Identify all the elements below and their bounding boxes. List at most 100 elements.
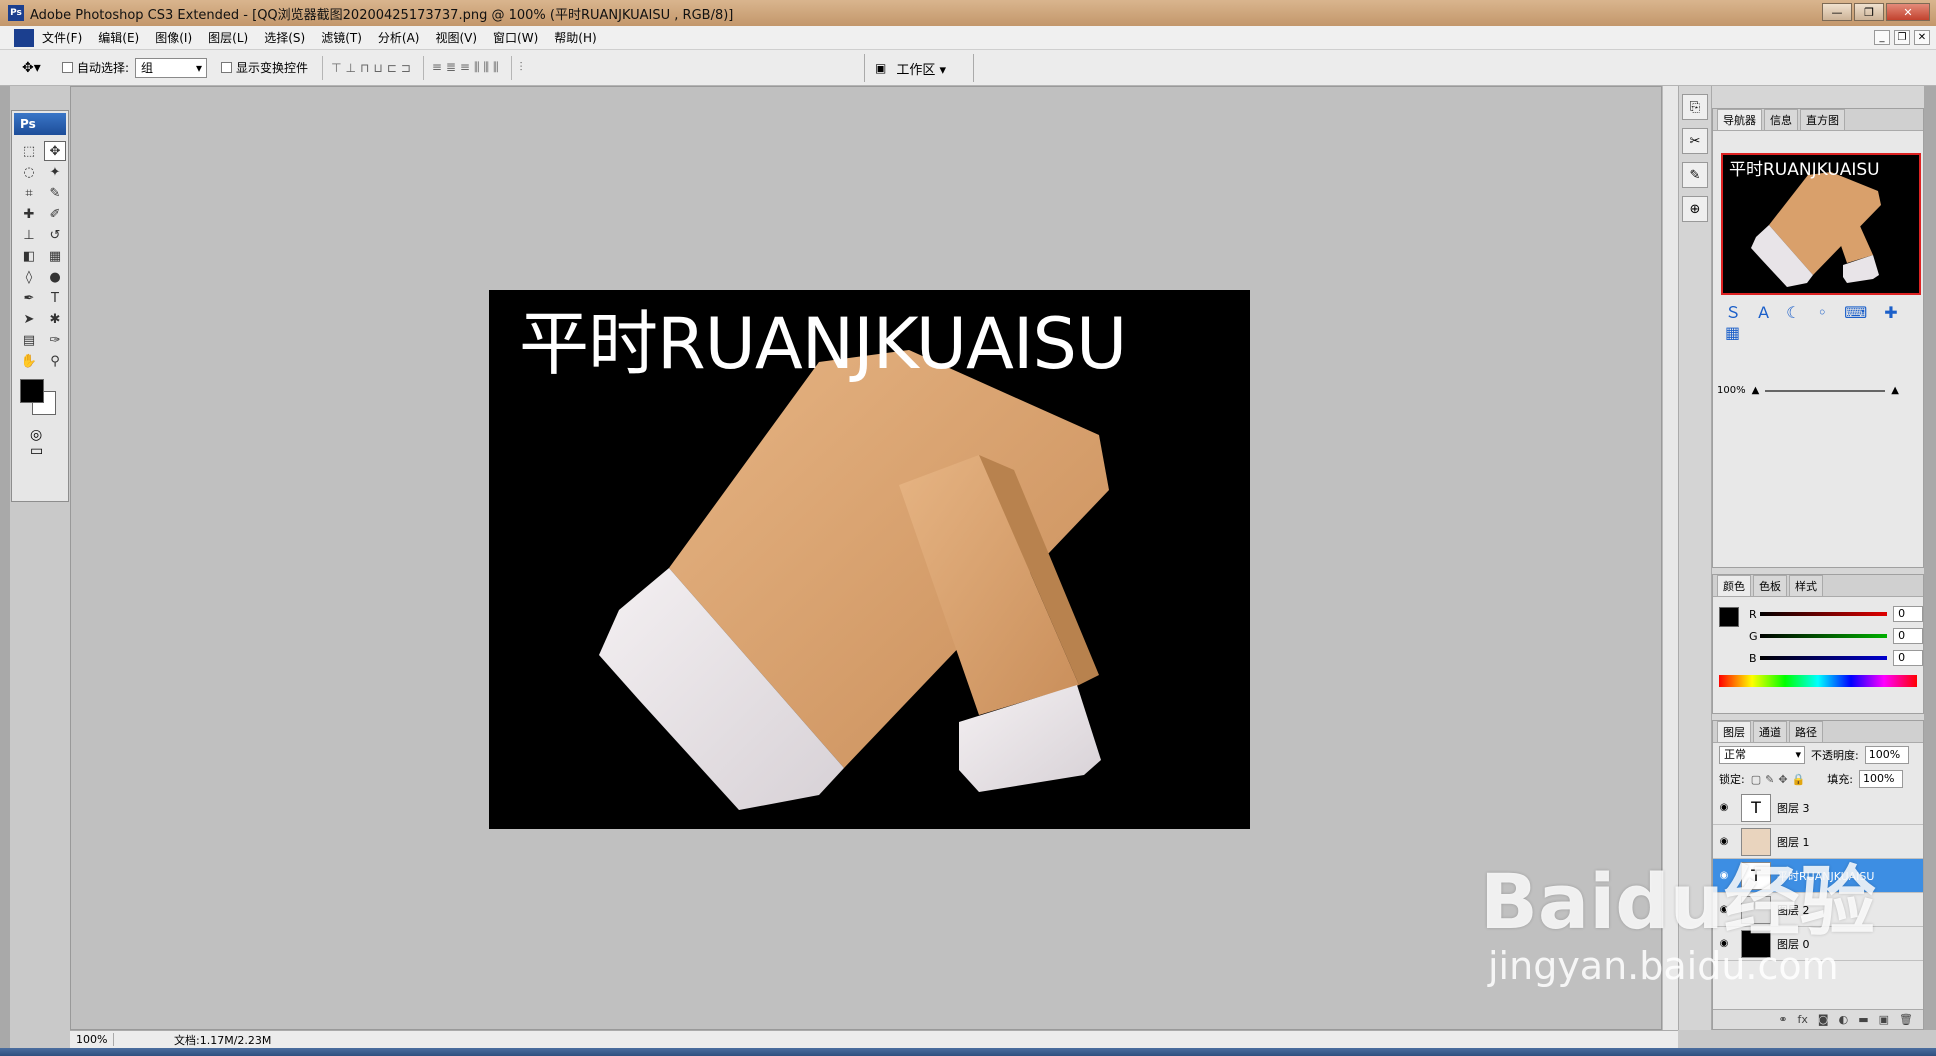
hand-tool-icon[interactable]: ✋ bbox=[18, 351, 40, 371]
gradient-tool-icon[interactable]: ▦ bbox=[44, 246, 66, 266]
slice-tool-icon[interactable]: ✎ bbox=[44, 183, 66, 203]
move-tool-preset-icon[interactable]: ✥▾ bbox=[22, 60, 62, 76]
document-canvas[interactable]: 平时RUANJKUAISU bbox=[489, 290, 1250, 829]
vertical-scrollbar[interactable] bbox=[1662, 86, 1678, 1030]
dodge-tool-icon[interactable]: ● bbox=[44, 267, 66, 287]
tab-info[interactable]: 信息 bbox=[1764, 109, 1798, 130]
opacity-input[interactable]: 100% bbox=[1864, 746, 1909, 764]
magic-wand-icon[interactable]: ✦ bbox=[44, 162, 66, 182]
ime-toolbar-icon[interactable]: Ｓ A ☾ ◦ ⌨ ✚ ▦ bbox=[1725, 299, 1923, 342]
menu-help[interactable]: 帮助(H) bbox=[554, 29, 596, 46]
tab-styles[interactable]: 样式 bbox=[1789, 575, 1823, 596]
brushes-panel-icon[interactable]: ✎ bbox=[1682, 162, 1708, 188]
channel-slider-b[interactable] bbox=[1760, 656, 1888, 660]
tab-swatches[interactable]: 色板 bbox=[1753, 575, 1787, 596]
visibility-eye-icon[interactable]: ◉ bbox=[1713, 904, 1735, 915]
crop-tool-icon[interactable]: ⌗ bbox=[18, 183, 40, 203]
show-transform-checkbox[interactable] bbox=[221, 62, 233, 73]
history-panel-icon[interactable]: ⎘ bbox=[1682, 94, 1708, 120]
channel-value-b[interactable]: 0 bbox=[1893, 650, 1923, 666]
navigator-zoom-value[interactable]: 100% bbox=[1717, 385, 1746, 396]
align-buttons-icon[interactable]: ⊤⊥⊓⊔⊏⊐ bbox=[331, 61, 415, 75]
shape-tool-icon[interactable]: ✱ bbox=[44, 309, 66, 329]
navigator-zoom-slider[interactable] bbox=[1765, 389, 1886, 392]
clone-stamp-icon[interactable]: ⊥ bbox=[18, 225, 40, 245]
history-brush-icon[interactable]: ↺ bbox=[44, 225, 66, 245]
visibility-eye-icon[interactable]: ◉ bbox=[1713, 836, 1735, 847]
menu-analysis[interactable]: 分析(A) bbox=[378, 29, 420, 46]
canvas-area[interactable]: 平时RUANJKUAISU bbox=[70, 86, 1662, 1030]
maximize-button[interactable]: ❐ bbox=[1854, 3, 1884, 21]
menu-filter[interactable]: 滤镜(T) bbox=[321, 29, 362, 46]
tab-paths[interactable]: 路径 bbox=[1789, 721, 1823, 742]
channel-slider-g[interactable] bbox=[1760, 634, 1888, 638]
actions-panel-icon[interactable]: ✂ bbox=[1682, 128, 1708, 154]
workspace-button[interactable]: 工作区 ▾ bbox=[896, 59, 946, 78]
blur-tool-icon[interactable]: ◊ bbox=[18, 267, 40, 287]
type-tool-icon[interactable]: T bbox=[44, 288, 66, 308]
status-doc-info[interactable]: 文档:1.17M/2.23M bbox=[174, 1032, 271, 1048]
eyedropper-icon[interactable]: ✑ bbox=[44, 330, 66, 350]
tab-channels[interactable]: 通道 bbox=[1753, 721, 1787, 742]
doc-restore-button[interactable]: ❐ bbox=[1894, 30, 1910, 45]
marquee-tool-icon[interactable]: ⬚ bbox=[18, 141, 40, 161]
layer-mask-icon[interactable]: ◙ bbox=[1818, 1013, 1829, 1026]
doc-close-button[interactable]: ✕ bbox=[1914, 30, 1930, 45]
visibility-eye-icon[interactable]: ◉ bbox=[1713, 802, 1735, 813]
move-tool-icon[interactable]: ✥ bbox=[44, 141, 66, 161]
color-panel-fg-swatch[interactable] bbox=[1719, 607, 1739, 627]
menu-image[interactable]: 图像(I) bbox=[155, 29, 192, 46]
fill-input[interactable]: 100% bbox=[1858, 770, 1903, 788]
zoom-in-icon[interactable]: ▲ bbox=[1891, 385, 1899, 396]
quick-mask-icon[interactable]: ◎ bbox=[30, 427, 68, 443]
new-group-icon[interactable]: ▬ bbox=[1858, 1013, 1868, 1026]
menu-view[interactable]: 视图(V) bbox=[435, 29, 477, 46]
brush-tool-icon[interactable]: ✐ bbox=[44, 204, 66, 224]
menu-edit[interactable]: 编辑(E) bbox=[98, 29, 139, 46]
distribute-buttons-icon[interactable]: ≡≣≡⫼⫼⫼ bbox=[432, 60, 503, 75]
doc-minimize-button[interactable]: _ bbox=[1874, 30, 1890, 45]
link-layers-icon[interactable]: ⚭ bbox=[1778, 1013, 1787, 1026]
menu-file[interactable]: 文件(F) bbox=[42, 29, 82, 46]
screen-mode-icon[interactable]: ▭ bbox=[30, 443, 68, 459]
menu-layer[interactable]: 图层(L) bbox=[208, 29, 248, 46]
foreground-color-swatch[interactable] bbox=[20, 379, 44, 403]
delete-layer-icon[interactable]: 🗑 bbox=[1899, 1013, 1913, 1026]
channel-value-r[interactable]: 0 bbox=[1893, 606, 1923, 622]
tab-histogram[interactable]: 直方图 bbox=[1800, 109, 1845, 130]
eraser-tool-icon[interactable]: ◧ bbox=[18, 246, 40, 266]
auto-select-checkbox[interactable] bbox=[62, 62, 73, 73]
status-zoom[interactable]: 100% bbox=[70, 1033, 114, 1046]
auto-align-icon[interactable]: ⫶ bbox=[520, 60, 527, 75]
zoom-out-icon[interactable]: ▲ bbox=[1752, 385, 1760, 396]
color-spectrum[interactable] bbox=[1719, 675, 1917, 687]
layer-row[interactable]: ◉ 图层 2 bbox=[1713, 893, 1923, 927]
close-button[interactable]: ✕ bbox=[1886, 3, 1930, 21]
menu-select[interactable]: 选择(S) bbox=[264, 29, 305, 46]
navigator-thumbnail[interactable]: 平时RUANJKUAISU bbox=[1721, 153, 1921, 295]
path-select-icon[interactable]: ➤ bbox=[18, 309, 40, 329]
tab-navigator[interactable]: 导航器 bbox=[1717, 109, 1762, 130]
layer-style-icon[interactable]: fx bbox=[1798, 1013, 1808, 1026]
menu-window[interactable]: 窗口(W) bbox=[493, 29, 538, 46]
blend-mode-dropdown[interactable]: 正常 bbox=[1719, 746, 1805, 764]
auto-select-dropdown[interactable]: 组 bbox=[135, 57, 208, 78]
lock-icons[interactable]: ▢✎✥🔒 bbox=[1751, 773, 1810, 786]
layer-row-selected[interactable]: ◉ T 平时RUANJKUAISU bbox=[1713, 859, 1923, 893]
adjustment-layer-icon[interactable]: ◐ bbox=[1839, 1013, 1849, 1026]
notes-tool-icon[interactable]: ▤ bbox=[18, 330, 40, 350]
lasso-tool-icon[interactable]: ◌ bbox=[18, 162, 40, 182]
layer-row[interactable]: ◉ 图层 0 bbox=[1713, 927, 1923, 961]
bridge-icon[interactable]: ▣ bbox=[875, 61, 886, 75]
tab-color[interactable]: 颜色 bbox=[1717, 575, 1751, 596]
tab-layers[interactable]: 图层 bbox=[1717, 721, 1751, 742]
channel-slider-r[interactable] bbox=[1760, 612, 1888, 616]
new-layer-icon[interactable]: ▣ bbox=[1879, 1013, 1889, 1026]
visibility-eye-icon[interactable]: ◉ bbox=[1713, 870, 1735, 881]
clone-source-panel-icon[interactable]: ⊕ bbox=[1682, 196, 1708, 222]
healing-brush-icon[interactable]: ✚ bbox=[18, 204, 40, 224]
pen-tool-icon[interactable]: ✒ bbox=[18, 288, 40, 308]
layer-row[interactable]: ◉ T 图层 3 bbox=[1713, 791, 1923, 825]
zoom-tool-icon[interactable]: ⚲ bbox=[44, 351, 66, 371]
layer-row[interactable]: ◉ 图层 1 bbox=[1713, 825, 1923, 859]
